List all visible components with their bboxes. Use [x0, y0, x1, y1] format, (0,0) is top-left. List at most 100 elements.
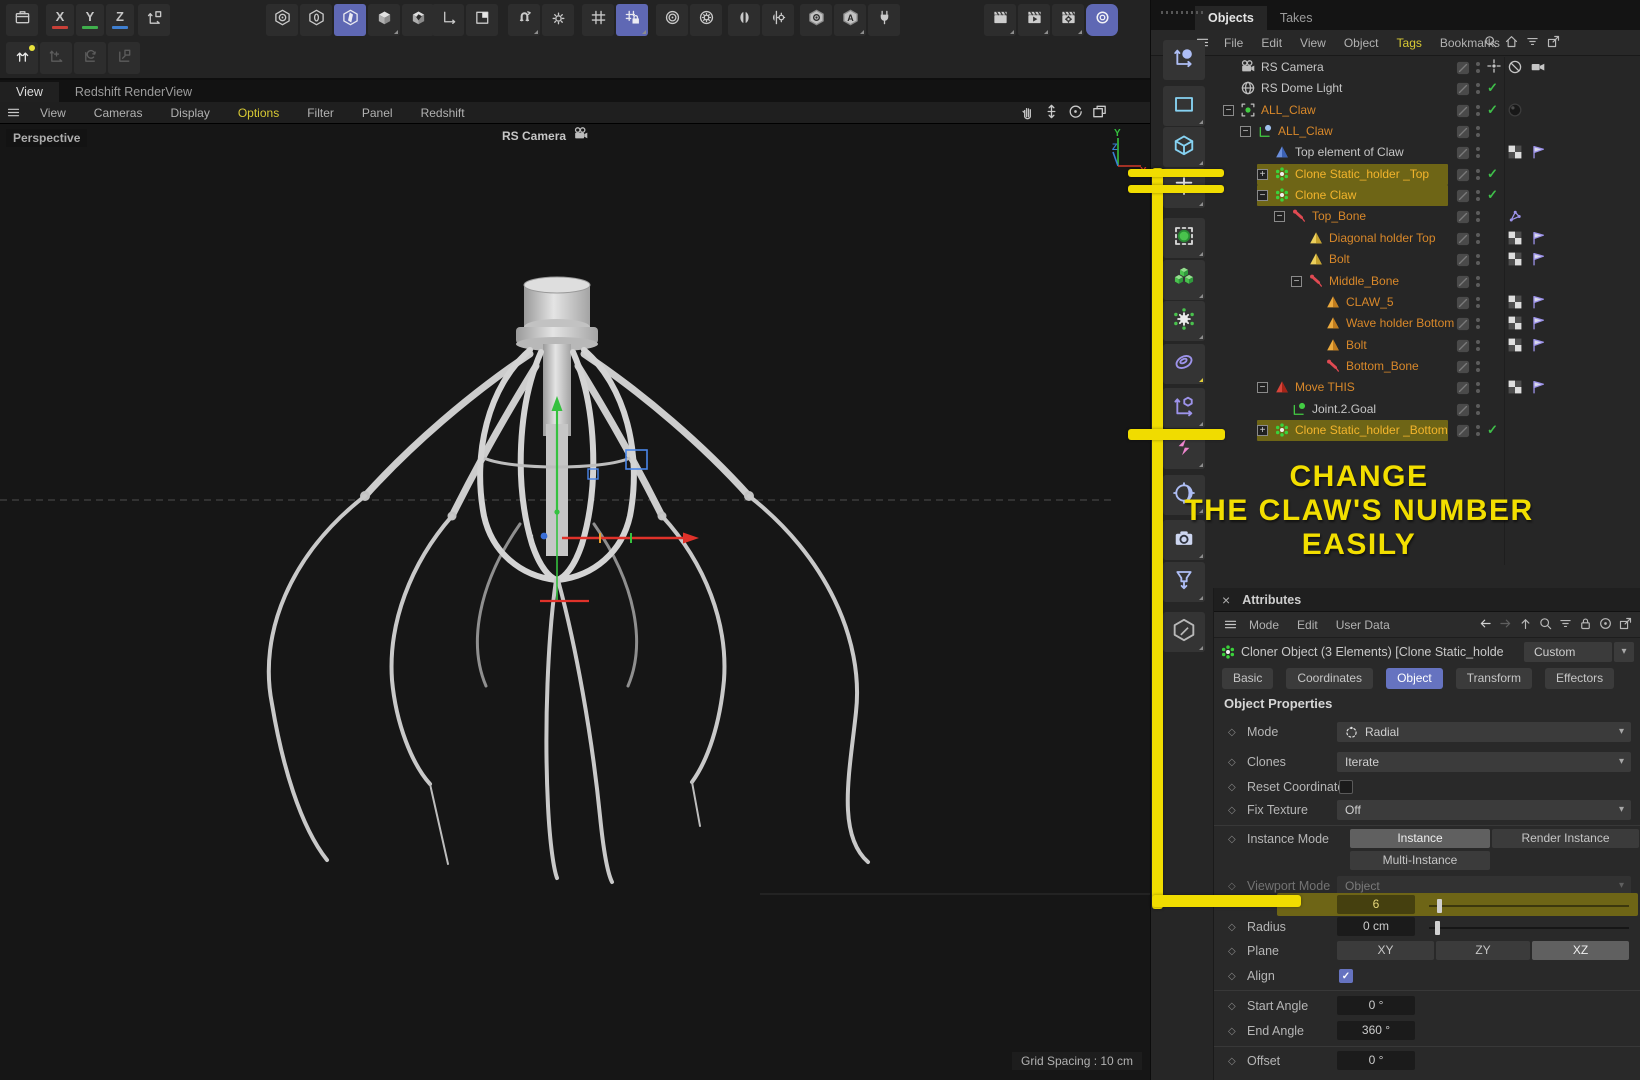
tab-object[interactable]: Object: [1386, 668, 1443, 689]
expand-toggle[interactable]: −: [1257, 190, 1268, 202]
visibility-dots[interactable]: [1476, 318, 1480, 330]
tree-row[interactable]: Bolt: [1213, 335, 1640, 356]
tree-row[interactable]: − Middle_Bone: [1213, 271, 1640, 292]
layer-color-icon[interactable]: [1456, 82, 1470, 101]
move-disabled-button[interactable]: [40, 42, 72, 74]
plane-zy-button[interactable]: ZY: [1436, 941, 1530, 960]
plane-xy-button[interactable]: XY: [1337, 941, 1434, 960]
tree-row[interactable]: Bottom_Bone: [1213, 356, 1640, 377]
fix-texture-dropdown[interactable]: Off ▾: [1337, 800, 1631, 820]
visibility-dots[interactable]: [1476, 254, 1480, 266]
expand-toggle[interactable]: +: [1257, 168, 1268, 180]
hex-cube-button[interactable]: [368, 4, 400, 36]
points-mode-button[interactable]: [1163, 218, 1205, 258]
mode-dropdown[interactable]: Radial ▾: [1337, 722, 1631, 742]
enabled-check-icon[interactable]: ✓: [1487, 166, 1498, 182]
menu-object[interactable]: Object: [1335, 36, 1388, 50]
ring-select-button[interactable]: [1163, 344, 1205, 384]
hex-material-button[interactable]: A: [834, 4, 866, 36]
filter-icon[interactable]: [1525, 34, 1540, 54]
z-axis-lock-button[interactable]: Z: [106, 4, 134, 36]
panel-grip[interactable]: [1161, 11, 1205, 14]
menu-user-data[interactable]: User Data: [1327, 618, 1399, 632]
corner-axis-button[interactable]: [432, 4, 464, 36]
visibility-dots[interactable]: [1476, 232, 1480, 244]
layer-color-icon[interactable]: [1456, 232, 1470, 251]
up-icon[interactable]: [1518, 616, 1533, 636]
layer-color-icon[interactable]: [1456, 360, 1470, 379]
coordinates-mode-button[interactable]: [1163, 388, 1205, 428]
viewport-canvas[interactable]: Perspective RS Camera Grid Spacing : 10 …: [0, 124, 1152, 1080]
redshift-view-button[interactable]: [1086, 4, 1118, 36]
orbit-icon[interactable]: [1067, 103, 1084, 125]
checker-tag-icon[interactable]: [1508, 252, 1522, 271]
reset-coordinates-checkbox[interactable]: [1339, 780, 1353, 794]
enabled-check-icon[interactable]: ✓: [1487, 422, 1498, 438]
coordinate-system-button[interactable]: [138, 4, 170, 36]
close-icon[interactable]: ×: [1222, 592, 1230, 608]
prohibit-tag-icon[interactable]: [1508, 60, 1522, 79]
hex-ring-button[interactable]: [300, 4, 332, 36]
render-queue-button[interactable]: [1018, 4, 1050, 36]
snap-settings-button[interactable]: [542, 4, 574, 36]
visibility-dots[interactable]: [1476, 339, 1480, 351]
edit-mode-button[interactable]: [1163, 612, 1205, 652]
hex-eye-button[interactable]: [800, 4, 832, 36]
flag-tag-icon[interactable]: [1531, 316, 1545, 335]
visibility-dots[interactable]: [1476, 62, 1480, 73]
layer-color-icon[interactable]: [1456, 146, 1470, 165]
layer-color-icon[interactable]: [1456, 210, 1470, 229]
visibility-dots[interactable]: [1476, 424, 1480, 436]
visibility-dots[interactable]: [1476, 275, 1480, 287]
corner-square-button[interactable]: [466, 4, 498, 36]
plane-xz-button[interactable]: XZ: [1532, 941, 1629, 960]
magnet-snap-button[interactable]: [508, 4, 540, 36]
tab-objects[interactable]: Objects: [1195, 6, 1267, 30]
tree-row[interactable]: − ALL_Claw ✓: [1213, 100, 1640, 121]
end-angle-input[interactable]: 360 °: [1337, 1021, 1415, 1040]
menu-attr-edit[interactable]: Edit: [1288, 618, 1327, 632]
back-icon[interactable]: [1478, 616, 1493, 636]
layer-color-icon[interactable]: [1456, 253, 1470, 272]
tab-coordinates[interactable]: Coordinates: [1286, 668, 1374, 689]
layer-color-icon[interactable]: [1456, 61, 1470, 80]
make-editable-button[interactable]: [6, 42, 38, 74]
instance-button[interactable]: Instance: [1350, 829, 1490, 848]
dolly-icon[interactable]: [1043, 103, 1060, 125]
tree-row[interactable]: − Top_Bone: [1213, 206, 1640, 227]
ik-tag-icon[interactable]: [1508, 209, 1522, 228]
pan-hand-icon[interactable]: [1019, 103, 1036, 125]
layer-color-icon[interactable]: [1456, 424, 1470, 443]
flag-tag-icon[interactable]: [1531, 145, 1545, 164]
hex-fracture-button[interactable]: [402, 4, 434, 36]
menu-options[interactable]: Options: [224, 106, 293, 120]
flag-tag-icon[interactable]: [1531, 231, 1545, 250]
viewport-menu-icon[interactable]: [0, 105, 26, 120]
camera-tag-tag-icon[interactable]: [1531, 60, 1545, 79]
offset-input[interactable]: 0 °: [1337, 1051, 1415, 1070]
radius-input[interactable]: 0 cm: [1337, 917, 1415, 936]
render-settings-button[interactable]: [1052, 4, 1084, 36]
tab-effectors[interactable]: Effectors: [1544, 668, 1615, 689]
x-axis-lock-button[interactable]: X: [46, 4, 74, 36]
count-slider-handle[interactable]: [1437, 899, 1442, 913]
plug-button[interactable]: [868, 4, 900, 36]
tree-row[interactable]: Wave holder Bottom: [1213, 313, 1640, 334]
layer-color-icon[interactable]: [1456, 125, 1470, 144]
menu-filter[interactable]: Filter: [293, 106, 348, 120]
expand-toggle[interactable]: −: [1274, 211, 1285, 223]
grid-lock-button[interactable]: [616, 4, 648, 36]
checker-tag-icon[interactable]: [1508, 231, 1522, 250]
layer-color-icon[interactable]: [1456, 275, 1470, 294]
visibility-dots[interactable]: [1476, 211, 1480, 223]
tree-row[interactable]: RS Camera: [1213, 57, 1640, 78]
render-view-button[interactable]: [984, 4, 1016, 36]
tree-row[interactable]: + Clone Static_holder _Bottom ✓: [1213, 419, 1640, 443]
flag-tag-icon[interactable]: [1531, 295, 1545, 314]
radius-slider[interactable]: [1429, 921, 1629, 935]
visibility-dots[interactable]: [1476, 83, 1480, 95]
visibility-dots[interactable]: [1476, 104, 1480, 116]
visibility-dots[interactable]: [1476, 190, 1480, 202]
attributes-menu-icon[interactable]: [1220, 617, 1240, 632]
record-icon[interactable]: [1598, 616, 1613, 636]
